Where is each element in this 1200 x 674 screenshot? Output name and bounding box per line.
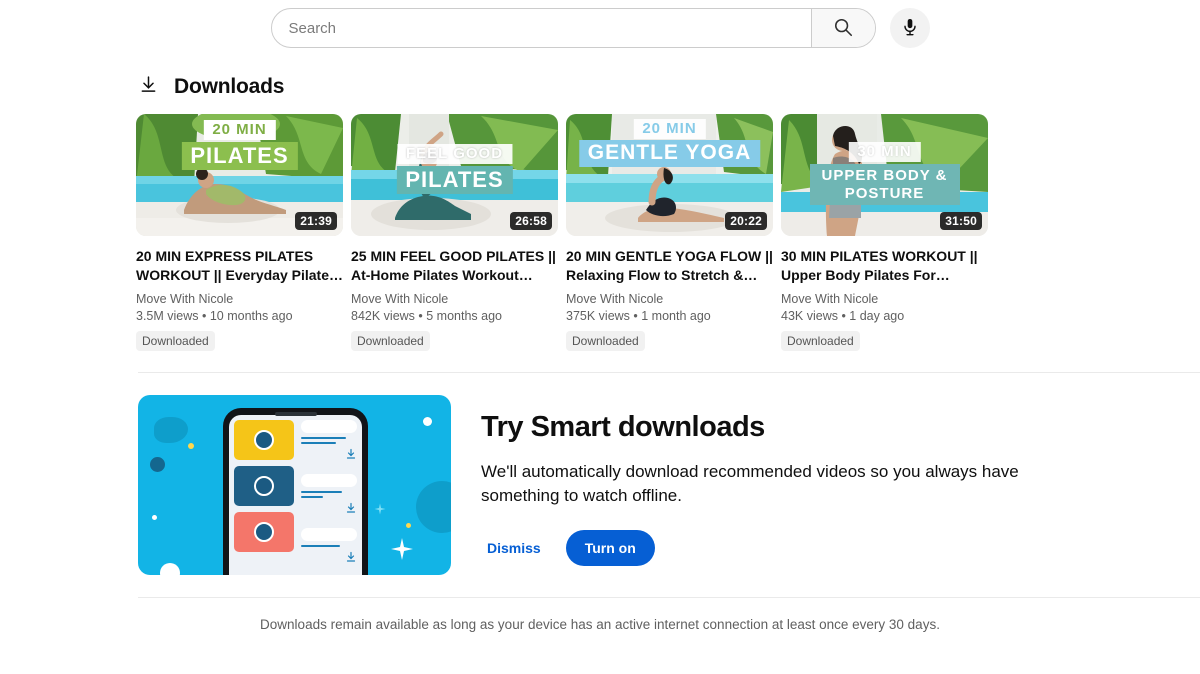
video-card[interactable]: FEEL GOOD PILATES 26:58 25 MIN FEEL GOOD… bbox=[351, 114, 558, 352]
section-divider-top bbox=[0, 351, 1200, 374]
video-channel[interactable]: Move With Nicole bbox=[566, 292, 773, 306]
video-card[interactable]: 20 MIN GENTLE YOGA 20:22 20 MIN GENTLE Y… bbox=[566, 114, 773, 352]
search-box[interactable] bbox=[270, 8, 876, 48]
video-metadata: 375K views • 1 month ago bbox=[566, 309, 711, 324]
thumbnail-overlay-top: 20 MIN bbox=[633, 119, 706, 139]
search-input[interactable] bbox=[271, 9, 811, 47]
status-badge: Downloaded bbox=[781, 331, 860, 352]
download-icon bbox=[138, 74, 159, 100]
smart-downloads-promo: Try Smart downloads We'll automatically … bbox=[0, 373, 1200, 597]
video-channel[interactable]: Move With Nicole bbox=[351, 292, 558, 306]
downloads-footnote: Downloads remain available as long as yo… bbox=[260, 617, 940, 633]
thumbnail-overlay-top: 20 MIN bbox=[203, 120, 276, 140]
status-badge: Downloaded bbox=[136, 331, 215, 352]
video-duration: 21:39 bbox=[295, 212, 337, 230]
phone-notch bbox=[274, 412, 317, 417]
downloads-header: Downloads bbox=[0, 52, 1200, 100]
phone-screen bbox=[229, 415, 362, 576]
thumbnail-overlay-main: GENTLE YOGA bbox=[578, 140, 761, 167]
media-thumb-navy bbox=[234, 466, 295, 507]
video-metadata: 842K views • 5 months ago bbox=[351, 309, 502, 324]
video-thumbnail[interactable]: FEEL GOOD PILATES 26:58 bbox=[351, 114, 558, 236]
phone-mockup bbox=[223, 408, 368, 576]
video-duration: 26:58 bbox=[510, 212, 552, 230]
video-thumbnail[interactable]: 30 MIN UPPER BODY & POSTURE 31:50 bbox=[781, 114, 988, 236]
media-thumb-yellow bbox=[234, 420, 295, 461]
promo-description: We'll automatically download recommended… bbox=[481, 462, 1019, 506]
video-thumbnail[interactable]: 20 MIN GENTLE YOGA 20:22 bbox=[566, 114, 773, 236]
search-button[interactable] bbox=[810, 9, 875, 47]
search-icon bbox=[832, 16, 854, 41]
promo-title: Try Smart downloads bbox=[481, 411, 765, 444]
dismiss-button[interactable]: Dismiss bbox=[481, 532, 547, 564]
video-title[interactable]: 30 MIN PILATES WORKOUT || Upper Body Pil… bbox=[781, 247, 988, 284]
promo-actions: Dismiss Turn on bbox=[481, 529, 1071, 566]
video-card[interactable]: 20 MIN PILATES 21:39 20 MIN EXPRESS PILA… bbox=[136, 114, 343, 352]
downloads-grid: 20 MIN PILATES 21:39 20 MIN EXPRESS PILA… bbox=[0, 100, 1200, 352]
video-channel[interactable]: Move With Nicole bbox=[136, 292, 343, 306]
downloads-page: Downloads 20 MIN PILATES 21:39 20 MIN EX… bbox=[0, 52, 1200, 632]
media-thumb-red bbox=[234, 512, 295, 553]
video-channel[interactable]: Move With Nicole bbox=[781, 292, 988, 306]
promo-copy: Try Smart downloads We'll automatically … bbox=[481, 395, 1071, 566]
video-card[interactable]: 30 MIN UPPER BODY & POSTURE 31:50 30 MIN… bbox=[781, 114, 988, 352]
video-metadata: 43K views • 1 day ago bbox=[781, 309, 905, 324]
thumbnail-overlay-main: UPPER BODY & POSTURE bbox=[809, 164, 960, 206]
top-search-bar bbox=[0, 0, 1200, 52]
video-metadata: 3.5M views • 10 months ago bbox=[136, 309, 293, 324]
smart-downloads-illustration bbox=[138, 395, 451, 576]
page-title: Downloads bbox=[174, 75, 285, 98]
status-badge: Downloaded bbox=[351, 331, 430, 352]
microphone-icon bbox=[900, 17, 920, 40]
video-title[interactable]: 20 MIN GENTLE YOGA FLOW || Relaxing Flow… bbox=[566, 247, 773, 284]
turn-on-button[interactable]: Turn on bbox=[565, 529, 655, 566]
video-title[interactable]: 25 MIN FEEL GOOD PILATES || At-Home Pila… bbox=[351, 247, 558, 284]
video-duration: 20:22 bbox=[725, 212, 767, 230]
voice-search-button[interactable] bbox=[889, 8, 930, 48]
thumbnail-overlay-top: 30 MIN bbox=[848, 142, 921, 162]
thumbnail-overlay-main: PILATES bbox=[181, 142, 298, 170]
thumbnail-overlay-main: PILATES bbox=[396, 166, 513, 194]
thumbnail-overlay-top: FEEL GOOD bbox=[396, 144, 513, 164]
video-duration: 31:50 bbox=[940, 212, 982, 230]
status-badge: Downloaded bbox=[566, 331, 645, 352]
video-thumbnail[interactable]: 20 MIN PILATES 21:39 bbox=[136, 114, 343, 236]
video-title[interactable]: 20 MIN EXPRESS PILATES WORKOUT || Everyd… bbox=[136, 247, 343, 284]
